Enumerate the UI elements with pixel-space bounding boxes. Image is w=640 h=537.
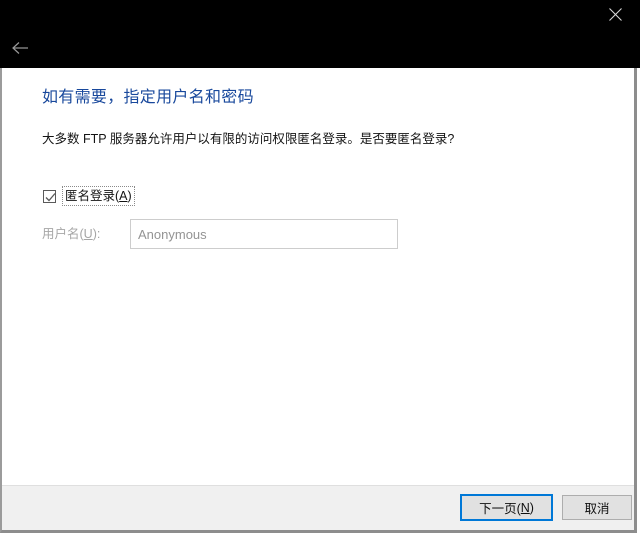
anonymous-login-row[interactable]: 匿名登录(A): [43, 186, 135, 206]
page-title: 如有需要，指定用户名和密码: [42, 89, 254, 106]
window-frame: 如有需要，指定用户名和密码 大多数 FTP 服务器允许用户以有限的访问权限匿名登…: [0, 68, 637, 533]
username-input[interactable]: [130, 219, 398, 249]
next-label-prefix: 下一页(: [479, 502, 521, 516]
anonymous-label-suffix: ): [127, 189, 132, 203]
anonymous-label-accelerator: A: [119, 189, 128, 203]
cancel-button[interactable]: 取消: [562, 495, 632, 520]
username-label-prefix: 用户名(: [42, 227, 84, 241]
page-content: 如有需要，指定用户名和密码 大多数 FTP 服务器允许用户以有限的访问权限匿名登…: [2, 68, 634, 530]
title-bar: [0, 0, 640, 68]
anonymous-login-label: 匿名登录(A): [62, 186, 135, 206]
anonymous-login-checkbox[interactable]: [43, 189, 56, 203]
ftp-login-wizard-window: 如有需要，指定用户名和密码 大多数 FTP 服务器允许用户以有限的访问权限匿名登…: [0, 0, 640, 537]
back-arrow-icon: [12, 41, 30, 55]
close-button[interactable]: [593, 0, 638, 29]
next-label-accelerator: N: [520, 500, 530, 515]
cancel-button-label: 取消: [584, 502, 610, 516]
next-button[interactable]: 下一页(N): [460, 494, 553, 521]
close-icon: [609, 8, 622, 21]
username-label-accelerator: U: [83, 227, 93, 241]
back-button[interactable]: [6, 34, 36, 62]
anonymous-label-prefix: 匿名登录(: [65, 189, 120, 203]
page-description: 大多数 FTP 服务器允许用户以有限的访问权限匿名登录。是否要匿名登录?: [42, 132, 455, 146]
username-label: 用户名(U):: [42, 225, 100, 243]
footer-bar: 下一页(N) 取消: [2, 485, 634, 530]
next-label-suffix: ): [529, 500, 534, 515]
username-label-suffix: ):: [92, 227, 101, 241]
